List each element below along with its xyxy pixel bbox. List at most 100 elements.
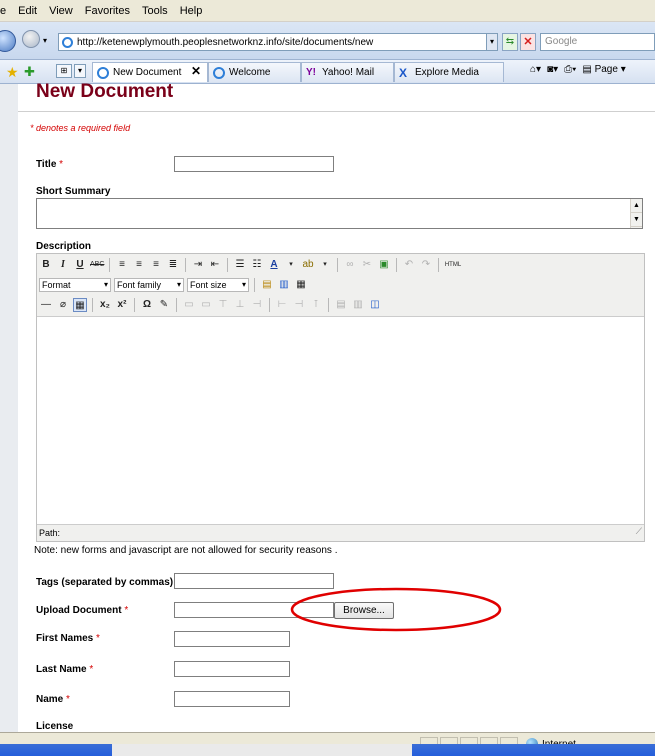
scrollbar[interactable]: ▲ ▼ [630,199,642,228]
scroll-down-icon[interactable]: ▼ [631,213,642,227]
editor-content-area[interactable] [37,318,644,524]
special-char-icon[interactable]: Ω [140,298,154,312]
close-tab-icon[interactable]: ✕ [191,64,201,78]
menu-tools[interactable]: Tools [142,5,168,17]
insert-row-after-icon[interactable]: ⊥ [233,298,247,312]
edit-icon[interactable]: ✎ [157,298,171,312]
tab-new-document[interactable]: New Document ✕ [92,62,208,82]
resize-handle-icon[interactable]: ⟋ [636,523,642,539]
name-input[interactable] [174,691,290,707]
address-dropdown-icon[interactable]: ▾ [486,33,498,51]
split-cells-icon[interactable]: ▤ [334,298,348,312]
insert-col-before-icon[interactable]: ⊢ [275,298,289,312]
stop-button[interactable]: ✕ [520,33,536,51]
title-label-text: Title [36,159,57,170]
upload-label-text: Upload Document [36,605,122,616]
subscript-icon[interactable]: x₂ [98,298,112,312]
format-select[interactable]: Format [39,278,111,292]
editor-toolbar: B I U ABC ≡ ≡ ≡ ≣ ⇥ ⇤ ☰ ☷ A ▾ ab ▾ ∞ ✂ ▣… [37,254,644,317]
numbered-list-icon[interactable]: ☷ [250,258,264,272]
table-cell-props-icon[interactable]: ▭ [199,298,213,312]
paste-text-icon[interactable]: ▦ [294,278,308,292]
ie-page-icon [213,66,225,79]
refresh-button[interactable]: ⇆ [502,33,518,51]
align-left-icon[interactable]: ≡ [115,258,129,272]
superscript-icon[interactable]: x² [115,298,129,312]
back-button[interactable] [0,30,16,52]
last-name-label-text: Last Name [36,664,87,675]
delete-row-icon[interactable]: ⊣ [250,298,264,312]
insert-row-before-icon[interactable]: ⊤ [216,298,230,312]
text-color-icon[interactable]: A [267,258,281,272]
page-menu-label: Page [594,64,618,75]
short-summary-label: Short Summary [36,186,111,197]
align-center-icon[interactable]: ≡ [132,258,146,272]
first-names-label: First Names * [36,633,100,644]
bold-icon[interactable]: B [39,258,53,272]
underline-icon[interactable]: U [73,258,87,272]
tab-welcome[interactable]: Welcome [208,62,301,82]
menu-view[interactable]: View [49,5,73,17]
unlink-icon[interactable]: ✂ [360,258,374,272]
table-row-props-icon[interactable]: ▭ [182,298,196,312]
bullet-list-icon[interactable]: ☰ [233,258,247,272]
redo-icon[interactable]: ↷ [419,258,433,272]
fullscreen-icon[interactable]: ◫ [368,298,382,312]
address-input[interactable]: http://ketenewplymouth.peoplesnetworknz.… [58,33,498,51]
menu-help[interactable]: Help [180,5,203,17]
delete-col-icon[interactable]: ⊺ [309,298,323,312]
tab-yahoo-mail[interactable]: Y! Yahoo! Mail [301,62,394,82]
paste-icon[interactable]: ▤ [260,278,274,292]
insert-col-after-icon[interactable]: ⊣ [292,298,306,312]
horizontal-rule-icon[interactable]: — [39,298,53,312]
required-mark: * [59,159,64,170]
html-source-icon[interactable]: HTML [444,258,462,272]
add-favorites-icon[interactable]: ✚ [24,64,35,80]
outdent-icon[interactable]: ⇤ [208,258,222,272]
history-dropdown-icon[interactable]: ▾ [43,36,47,45]
license-label: License [36,721,74,732]
favorites-star-icon[interactable]: ★ [6,64,19,81]
home-icon[interactable]: ⌂▾ [530,64,541,75]
align-right-icon[interactable]: ≡ [149,258,163,272]
strikethrough-icon[interactable]: ABC [90,258,104,272]
toolbar-row-1: B I U ABC ≡ ≡ ≡ ≣ ⇥ ⇤ ☰ ☷ A ▾ ab ▾ ∞ ✂ ▣… [39,256,462,274]
taskbar-item[interactable] [112,744,412,756]
remove-format-icon[interactable]: ⌀ [56,298,70,312]
image-icon[interactable]: ▣ [377,258,391,272]
feeds-icon[interactable]: ◙▾ [547,64,558,75]
merge-cells-icon[interactable]: ▥ [351,298,365,312]
scroll-up-icon[interactable]: ▲ [631,199,642,213]
font-size-select[interactable]: Font size [187,278,249,292]
tab-list-button[interactable]: ▾ [74,64,86,78]
rich-text-editor: B I U ABC ≡ ≡ ≡ ≣ ⇥ ⇤ ☰ ☷ A ▾ ab ▾ ∞ ✂ ▣… [36,253,645,542]
menu-favorites[interactable]: Favorites [85,5,130,17]
highlight-color-icon[interactable]: ab [301,258,315,272]
paste-word-icon[interactable]: ▥ [277,278,291,292]
undo-icon[interactable]: ↶ [402,258,416,272]
forward-button[interactable] [22,30,40,48]
italic-icon[interactable]: I [56,258,70,272]
address-text: http://ketenewplymouth.peoplesnetworknz.… [77,36,374,48]
title-input[interactable] [174,156,334,172]
indent-icon[interactable]: ⇥ [191,258,205,272]
tab-explore-media[interactable]: X Explore Media [394,62,504,82]
quick-tabs-button[interactable]: ⊞ [56,64,72,78]
link-icon[interactable]: ∞ [343,258,357,272]
align-justify-icon[interactable]: ≣ [166,258,180,272]
last-name-input[interactable] [174,661,290,677]
print-icon[interactable]: ⎙▾ [564,64,576,75]
table-icon[interactable]: ▦ [73,298,87,312]
menu-file[interactable]: e [0,5,6,17]
menu-edit[interactable]: Edit [18,5,37,17]
ie-page-icon [97,66,109,79]
first-names-input[interactable] [174,631,290,647]
font-family-select[interactable]: Font family [114,278,184,292]
required-note: * denotes a required field [30,123,131,133]
address-bar: ▾ http://ketenewplymouth.peoplesnetworkn… [0,22,655,60]
short-summary-textarea[interactable]: ▲ ▼ [36,198,643,229]
page-menu[interactable]: ▤ Page ▾ [582,64,625,75]
name-label: Name * [36,694,70,705]
page-content: New Document * denotes a required field … [0,81,655,732]
search-input[interactable]: Google [540,33,655,51]
